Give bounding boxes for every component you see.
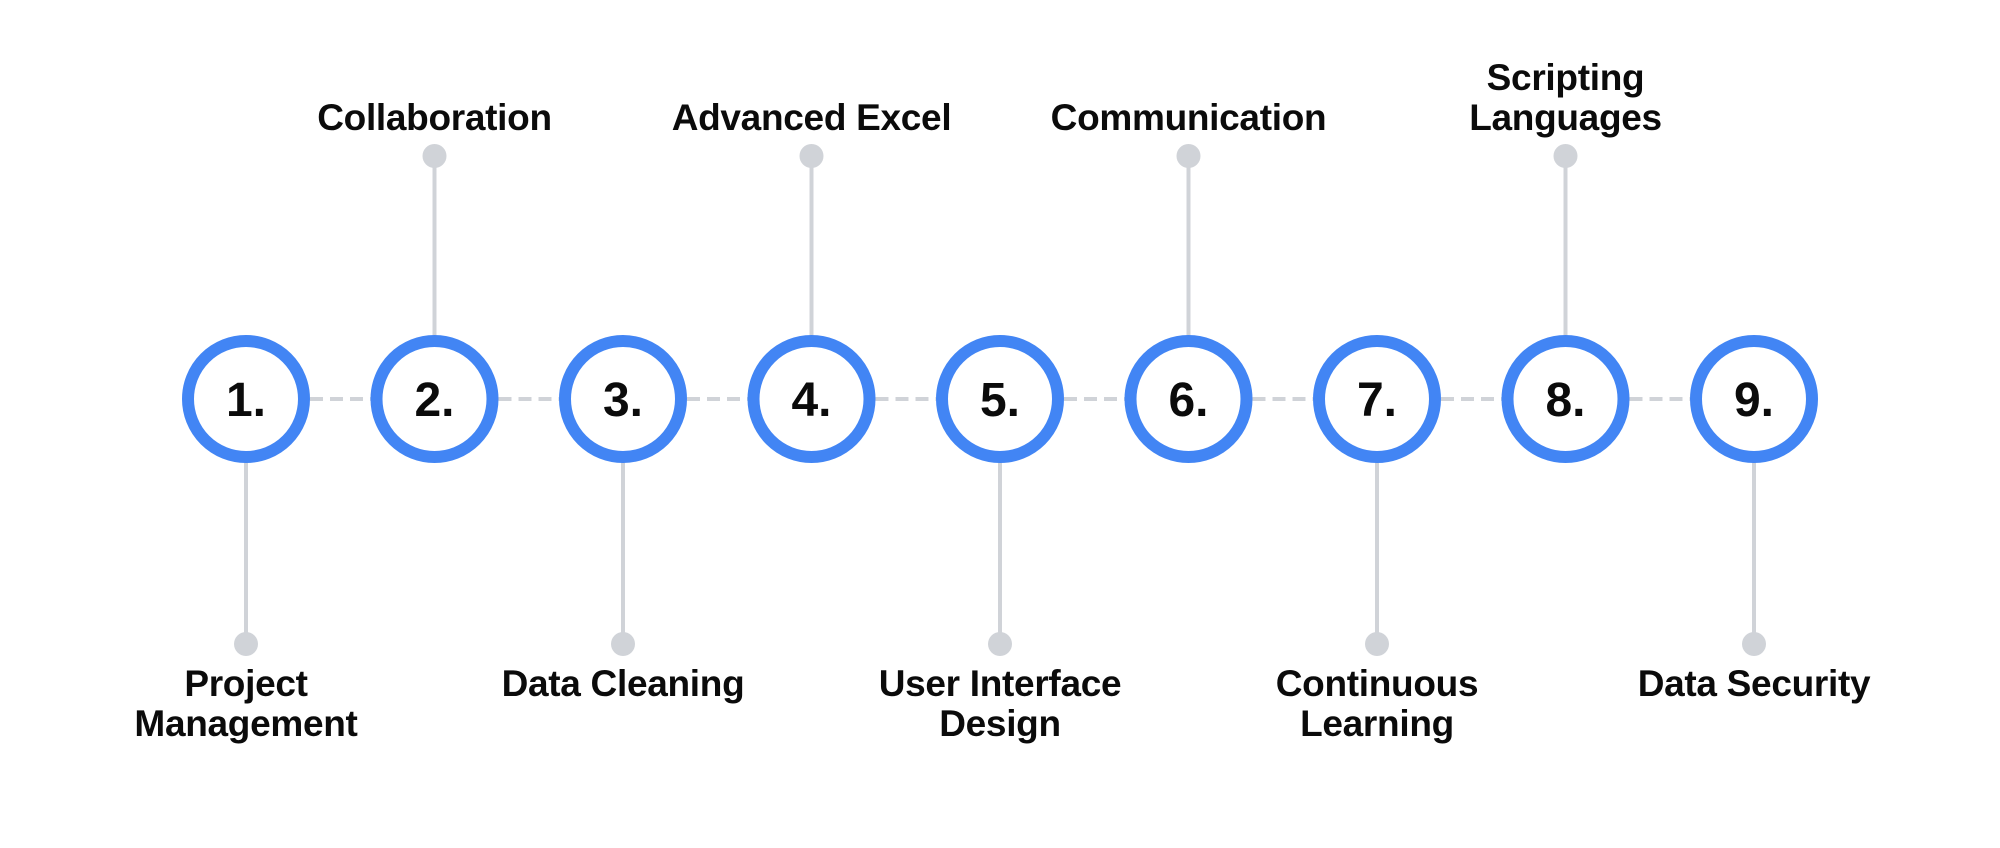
step-number: 3. — [603, 374, 643, 427]
endpoint-dot-icon — [1365, 632, 1389, 656]
step-label: Advanced Excel — [642, 98, 982, 138]
step-label-line: Data Security — [1637, 663, 1871, 704]
endpoint-dot-icon — [1553, 144, 1578, 168]
step-label-line: Advanced Excel — [671, 97, 952, 138]
step-number: 4. — [791, 374, 831, 427]
step-label: Scripting Languages — [1396, 58, 1736, 138]
step-label-line: User Interface — [878, 663, 1122, 704]
step-number: 2. — [414, 374, 454, 427]
endpoint-dot-icon — [1176, 144, 1201, 168]
endpoint-dot-icon — [799, 144, 824, 168]
step-node-7: 7. — [1313, 335, 1441, 463]
step-label-line: Collaboration — [317, 97, 552, 138]
step-label-line: Learning — [1300, 703, 1454, 744]
step-node-6: 6. — [1124, 335, 1253, 463]
step-node-4: 4. — [747, 335, 876, 463]
step-node-1: 1. — [182, 335, 310, 463]
step-label-line: Communication — [1050, 97, 1327, 138]
endpoint-dot-icon — [422, 144, 447, 168]
step-label-line: Project — [184, 663, 308, 704]
step-number: 7. — [1357, 374, 1397, 427]
step-node-3: 3. — [559, 335, 687, 463]
step-number: 9. — [1734, 374, 1774, 427]
step-node-9: 9. — [1690, 335, 1818, 463]
step-label: User Interface Design — [830, 664, 1170, 744]
step-label-line: Scripting — [1486, 57, 1645, 98]
step-label: Collaboration — [265, 98, 605, 138]
step-label-line: Design — [939, 703, 1061, 744]
endpoint-dot-icon — [234, 632, 258, 656]
step-label: Data Security — [1584, 664, 1924, 704]
step-label: Communication — [1019, 98, 1359, 138]
step-label-line: Continuous — [1275, 663, 1479, 704]
step-label: Continuous Learning — [1207, 664, 1547, 744]
step-node-5: 5. — [936, 335, 1064, 463]
step-label-line: Data Cleaning — [501, 663, 745, 704]
step-node-8: 8. — [1501, 335, 1630, 463]
step-number: 8. — [1545, 374, 1585, 427]
step-label: Data Cleaning — [453, 664, 793, 704]
step-number: 6. — [1168, 374, 1208, 427]
endpoint-dot-icon — [1742, 632, 1766, 656]
step-label-line: Management — [134, 703, 358, 744]
step-number: 5. — [980, 374, 1020, 427]
endpoint-dot-icon — [611, 632, 635, 656]
step-label: Project Management — [76, 664, 416, 744]
step-node-2: 2. — [370, 335, 499, 463]
step-nodes: 1. 2. 3. 4. 5. 6. 7. 8. 9. — [182, 335, 1818, 463]
step-number: 1. — [226, 374, 266, 427]
step-label-line: Languages — [1469, 97, 1662, 138]
endpoint-dot-icon — [988, 632, 1012, 656]
